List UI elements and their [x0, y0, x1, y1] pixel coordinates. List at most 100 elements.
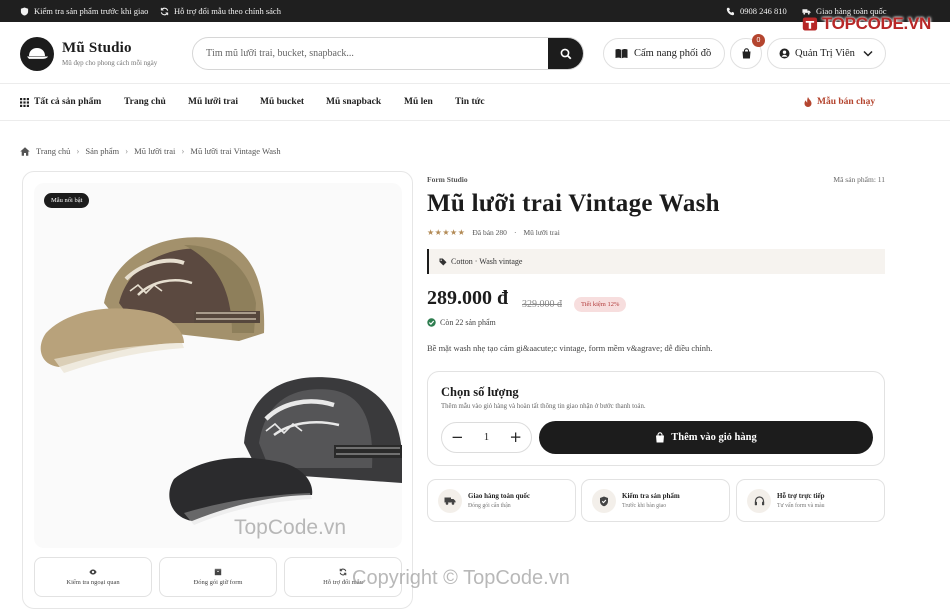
nav-item-home[interactable]: Trang chủ [124, 84, 166, 120]
meta-dot: · [513, 228, 517, 237]
rating-stars-icon: ★★★★★ [427, 228, 466, 237]
phone-icon [726, 7, 735, 16]
main-nav: Tất cả sản phẩm Trang chủ Mũ lưỡi trai M… [0, 84, 950, 121]
shopping-bag-icon [655, 432, 665, 443]
quantity-subtitle: Thêm mẫu vào giỏ hàng và hoàn tất thông … [441, 403, 646, 410]
nav-bestseller[interactable]: Mẫu bán chạy [804, 84, 875, 120]
nav-item-beanie[interactable]: Mũ len [404, 84, 433, 120]
cart-button[interactable]: 0 [730, 34, 765, 69]
topbar-check-label: Kiểm tra sản phẩm trước khi giao [34, 6, 149, 16]
nav-item-caps[interactable]: Mũ lưỡi trai [188, 84, 238, 120]
product-sku: Mã sản phẩm: 11 [833, 175, 885, 184]
feature-shipping-title: Giao hàng toàn quốc [468, 492, 531, 500]
feature-inspection-subtitle: Trước khi bàn giao [622, 503, 667, 509]
quantity-value[interactable]: 1 [484, 432, 489, 443]
nav-bestseller-label: Mẫu bán chạy [817, 97, 876, 107]
thumb-inspect[interactable]: Kiểm tra ngoại quan [34, 557, 152, 597]
search-input[interactable] [193, 38, 549, 69]
headset-icon [747, 489, 771, 513]
breadcrumb-home[interactable]: Trang chủ [36, 146, 70, 156]
saving-badge: Tiết kiệm 12% [574, 297, 627, 312]
featured-tag: Mẫu nổi bật [44, 193, 90, 208]
box-icon [214, 568, 222, 576]
home-icon [20, 146, 30, 156]
material-box: Cotton · Wash vintage [427, 249, 885, 274]
sold-count: Đã bán 280 [472, 228, 507, 237]
feature-support-subtitle: Tư vấn form và màu [777, 503, 825, 509]
black-cap-illustration [169, 377, 402, 525]
thumb-packaging-label: Đóng gói giữ form [193, 579, 243, 586]
shield-check-icon [592, 489, 616, 513]
topbar-check-item: Kiểm tra sản phẩm trước khi giao [20, 0, 148, 22]
refresh-icon [339, 568, 347, 576]
feature-shipping-subtitle: Đóng gói cẩn thận [468, 503, 511, 509]
cart-count-badge: 0 [752, 34, 765, 47]
shield-icon [20, 6, 29, 16]
feature-support: Hỗ trợ trực tiếp Tư vấn form và màu [736, 479, 885, 522]
search-icon [560, 48, 571, 59]
user-menu-button[interactable]: Quản Trị Viên [767, 38, 886, 69]
quantity-stepper: − 1 + [441, 422, 532, 453]
logo-title[interactable]: Mũ Studio [62, 40, 132, 57]
fire-icon [804, 97, 812, 107]
search-button[interactable] [548, 38, 583, 69]
nav-all-products-label: Tất cả sản phẩm [34, 97, 102, 107]
stock-status: Còn 22 sản phẩm [427, 318, 496, 327]
eye-icon [89, 568, 97, 576]
breadcrumb-caps[interactable]: Mũ lưỡi trai [134, 146, 175, 156]
product-category[interactable]: Mũ lưỡi trai [523, 228, 559, 237]
logo-subtitle: Mũ đẹp cho phong cách mỗi ngày [62, 59, 158, 67]
topbar-phone-item[interactable]: 0908 246 810 [726, 0, 787, 22]
site-header: Mũ Studio Mũ đẹp cho phong cách mỗi ngày… [0, 22, 950, 84]
gallery-thumbnails: Kiểm tra ngoại quan Đóng gói giữ form Hỗ… [34, 557, 402, 597]
breadcrumb-chevron-icon: › [181, 146, 185, 156]
thumb-inspect-label: Kiểm tra ngoại quan [66, 579, 120, 586]
nav-item-news[interactable]: Tin tức [455, 84, 485, 120]
breadcrumb-current: Mũ lưỡi trai Vintage Wash [190, 146, 281, 156]
khaki-cap-illustration [40, 237, 265, 373]
user-circle-icon [779, 48, 790, 59]
product-main-image[interactable]: Mẫu nổi bật [34, 183, 402, 548]
logo-mark[interactable] [20, 37, 54, 71]
thumb-packaging[interactable]: Đóng gói giữ form [159, 557, 277, 597]
grid-icon [20, 97, 29, 107]
check-circle-icon [427, 318, 436, 327]
product-photo-caps [40, 237, 402, 525]
breadcrumb-products[interactable]: Sản phẩm [85, 146, 119, 156]
material-label: Cotton · Wash vintage [451, 257, 523, 266]
tag-icon [439, 258, 447, 266]
style-guide-button[interactable]: Cẩm nang phối đồ [603, 38, 725, 69]
product-title: Mũ lưỡi trai Vintage Wash [427, 190, 720, 217]
topbar-exchange-item: Hỗ trợ đổi mẫu theo chính sách [160, 0, 281, 22]
quantity-card: Chọn số lượng Thêm mẫu vào giỏ hàng và h… [427, 371, 885, 466]
add-to-cart-label: Thêm vào giỏ hàng [671, 432, 757, 443]
product-brand[interactable]: Form Studio [427, 175, 468, 184]
shopping-bag-icon [741, 48, 752, 59]
chevron-down-icon [863, 50, 873, 57]
thumb-exchange[interactable]: Hỗ trợ đổi mẫu [284, 557, 402, 597]
product-meta: ★★★★★ Đã bán 280 · Mũ lưỡi trai [427, 228, 560, 237]
truck-icon [438, 489, 462, 513]
search-bar [192, 37, 584, 70]
stock-label: Còn 22 sản phẩm [440, 318, 496, 327]
breadcrumb: Trang chủ › Sản phẩm › Mũ lưỡi trai › Mũ… [20, 145, 281, 157]
product-old-price: 329.000 đ [522, 299, 562, 310]
nav-item-snapback[interactable]: Mũ snapback [326, 84, 381, 120]
book-icon [615, 48, 628, 59]
product-gallery: Mẫu nổi bật Kiểm tra ngoại quan Đóng gói… [22, 171, 413, 609]
breadcrumb-chevron-icon: › [76, 146, 80, 156]
feature-shipping: Giao hàng toàn quốc Đóng gói cẩn thận [427, 479, 576, 522]
increase-button[interactable]: + [509, 430, 522, 445]
add-to-cart-button[interactable]: Thêm vào giỏ hàng [539, 421, 873, 454]
topbar-exchange-label: Hỗ trợ đổi mẫu theo chính sách [174, 6, 281, 16]
topbar-phone: 0908 246 810 [740, 6, 787, 16]
product-price: 289.000 đ [427, 287, 509, 309]
nav-item-bucket[interactable]: Mũ bucket [260, 84, 304, 120]
refresh-icon [160, 7, 169, 16]
decrease-button[interactable]: − [451, 430, 464, 445]
feature-inspection-title: Kiểm tra sản phẩm [622, 492, 680, 500]
feature-inspection: Kiểm tra sản phẩm Trước khi bàn giao [581, 479, 730, 522]
product-description: Bề mặt wash nhẹ tạo cảm gi&aacute;c vint… [427, 343, 713, 353]
thumb-exchange-label: Hỗ trợ đổi mẫu [323, 579, 363, 586]
nav-all-products[interactable]: Tất cả sản phẩm [20, 84, 101, 120]
